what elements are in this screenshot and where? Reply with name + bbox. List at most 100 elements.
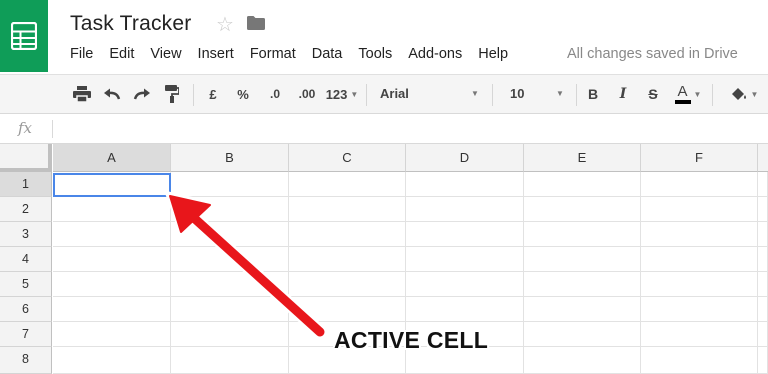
sheets-logo[interactable] bbox=[0, 0, 48, 72]
star-icon[interactable]: ☆ bbox=[216, 12, 234, 37]
sheets-grid-icon bbox=[11, 22, 37, 50]
text-color-button[interactable]: A ▼ bbox=[670, 75, 706, 113]
cell-g8[interactable] bbox=[758, 347, 768, 374]
cell-d4[interactable] bbox=[406, 247, 524, 272]
increase-decimal-button[interactable]: .00 bbox=[292, 75, 322, 113]
chevron-down-icon: ▼ bbox=[750, 89, 759, 99]
cell-e8[interactable] bbox=[524, 347, 641, 374]
cell-g3[interactable] bbox=[758, 222, 768, 247]
toolbar-divider bbox=[193, 84, 194, 106]
cell-d1[interactable] bbox=[406, 172, 524, 197]
column-header-c[interactable]: C bbox=[289, 144, 406, 172]
chevron-down-icon: ▼ bbox=[350, 89, 359, 99]
italic-button[interactable]: I bbox=[612, 75, 634, 113]
cell-e2[interactable] bbox=[524, 197, 641, 222]
select-all-corner[interactable] bbox=[0, 144, 52, 172]
menu-edit[interactable]: Edit bbox=[101, 44, 142, 64]
active-cell-label: ACTIVE CELL bbox=[334, 327, 489, 353]
chevron-down-icon: ▼ bbox=[556, 89, 564, 98]
cell-e7[interactable] bbox=[524, 322, 641, 347]
folder-icon[interactable] bbox=[246, 15, 266, 36]
font-size-dropdown[interactable]: 10 ▼ bbox=[500, 75, 572, 113]
decrease-decimal-button[interactable]: .0 bbox=[262, 75, 288, 113]
menu-bar: File Edit View Insert Format Data Tools … bbox=[62, 44, 516, 64]
cell-d6[interactable] bbox=[406, 297, 524, 322]
document-title[interactable]: Task Tracker bbox=[70, 12, 191, 36]
menu-format[interactable]: Format bbox=[242, 44, 304, 64]
column-header-f[interactable]: F bbox=[641, 144, 758, 172]
column-header-a[interactable]: A bbox=[53, 144, 171, 172]
cell-e1[interactable] bbox=[524, 172, 641, 197]
menu-tools[interactable]: Tools bbox=[350, 44, 400, 64]
cell-f4[interactable] bbox=[641, 247, 758, 272]
cell-f3[interactable] bbox=[641, 222, 758, 247]
cell-g2[interactable] bbox=[758, 197, 768, 222]
column-header-g[interactable] bbox=[758, 144, 768, 172]
font-size-value: 10 bbox=[510, 86, 525, 101]
cell-g5[interactable] bbox=[758, 272, 768, 297]
menu-insert[interactable]: Insert bbox=[190, 44, 242, 64]
cell-g6[interactable] bbox=[758, 297, 768, 322]
cell-f1[interactable] bbox=[641, 172, 758, 197]
cell-f6[interactable] bbox=[641, 297, 758, 322]
row-header-6[interactable]: 6 bbox=[0, 297, 52, 322]
toolbar-divider bbox=[492, 84, 493, 106]
formula-divider bbox=[52, 120, 53, 138]
cell-d2[interactable] bbox=[406, 197, 524, 222]
cell-f5[interactable] bbox=[641, 272, 758, 297]
cell-d3[interactable] bbox=[406, 222, 524, 247]
cell-f8[interactable] bbox=[641, 347, 758, 374]
cell-g1[interactable] bbox=[758, 172, 768, 197]
row-header-8[interactable]: 8 bbox=[0, 347, 52, 374]
number-format-dropdown[interactable]: 123 ▼ bbox=[322, 75, 362, 113]
chevron-down-icon: ▼ bbox=[693, 89, 702, 99]
toolbar-divider bbox=[366, 84, 367, 106]
print-icon[interactable] bbox=[70, 75, 94, 113]
menu-view[interactable]: View bbox=[142, 44, 189, 64]
row-header-4[interactable]: 4 bbox=[0, 247, 52, 272]
menu-help[interactable]: Help bbox=[470, 44, 516, 64]
fill-color-button[interactable]: ▼ bbox=[724, 75, 764, 113]
cell-g7[interactable] bbox=[758, 322, 768, 347]
row-header-3[interactable]: 3 bbox=[0, 222, 52, 247]
red-arrow-annotation bbox=[165, 191, 327, 339]
increase-decimal-label: .00 bbox=[298, 87, 316, 101]
decrease-decimal-label: .0 bbox=[269, 87, 280, 101]
row-header-7[interactable]: 7 bbox=[0, 322, 52, 347]
font-family-dropdown[interactable]: Arial ▼ bbox=[370, 75, 482, 113]
cell-f7[interactable] bbox=[641, 322, 758, 347]
chevron-down-icon: ▼ bbox=[471, 89, 479, 98]
column-header-b[interactable]: B bbox=[171, 144, 289, 172]
row-header-2[interactable]: 2 bbox=[0, 197, 52, 222]
bold-button[interactable]: B bbox=[582, 75, 604, 113]
function-icon: fx bbox=[18, 119, 33, 137]
menu-addons[interactable]: Add-ons bbox=[400, 44, 470, 64]
menu-data[interactable]: Data bbox=[304, 44, 351, 64]
cell-d5[interactable] bbox=[406, 272, 524, 297]
cell-b8[interactable] bbox=[171, 347, 289, 374]
save-status[interactable]: All changes saved in Drive bbox=[567, 44, 738, 64]
cell-f2[interactable] bbox=[641, 197, 758, 222]
redo-icon[interactable] bbox=[130, 75, 154, 113]
column-header-d[interactable]: D bbox=[406, 144, 524, 172]
paint-bucket-icon bbox=[731, 88, 746, 100]
column-header-e[interactable]: E bbox=[524, 144, 641, 172]
menu-file[interactable]: File bbox=[62, 44, 101, 64]
toolbar: £ % .0 .00 123 ▼ Arial ▼ 10 ▼ B I S A ▼ ▼ bbox=[0, 74, 768, 114]
paint-format-icon[interactable] bbox=[160, 75, 184, 113]
number-format-label: 123 bbox=[325, 86, 348, 102]
cell-e3[interactable] bbox=[524, 222, 641, 247]
app-header: Task Tracker ☆ File Edit View Insert For… bbox=[0, 0, 768, 74]
currency-format-button[interactable]: £ bbox=[202, 75, 224, 113]
row-header-1[interactable]: 1 bbox=[0, 172, 52, 197]
cell-e5[interactable] bbox=[524, 272, 641, 297]
cell-e6[interactable] bbox=[524, 297, 641, 322]
formula-input[interactable] bbox=[58, 118, 758, 140]
strikethrough-button[interactable]: S bbox=[642, 75, 664, 113]
undo-icon[interactable] bbox=[100, 75, 124, 113]
cell-g4[interactable] bbox=[758, 247, 768, 272]
percent-format-button[interactable]: % bbox=[232, 75, 254, 113]
cell-e4[interactable] bbox=[524, 247, 641, 272]
cell-a8[interactable] bbox=[53, 347, 171, 374]
row-header-5[interactable]: 5 bbox=[0, 272, 52, 297]
